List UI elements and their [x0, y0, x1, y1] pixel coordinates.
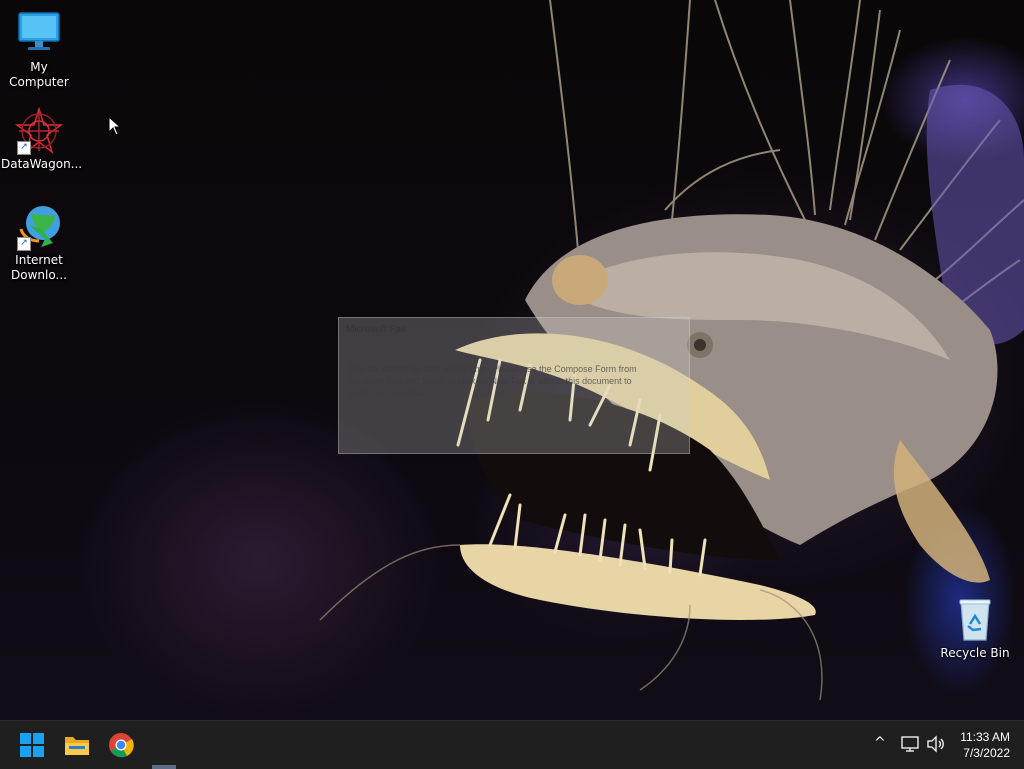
clock-time: 11:33 AM: [960, 730, 1010, 744]
fax-dialog-title: Microsoft Fax: [346, 324, 407, 335]
taskbar-running-indicator: [152, 765, 176, 769]
windows-logo-icon: [20, 733, 44, 757]
show-hidden-icons-button[interactable]: ^: [874, 735, 890, 753]
start-button[interactable]: [14, 727, 50, 763]
clock-date: 7/3/2022: [963, 746, 1010, 760]
desktop-icon-my-computer[interactable]: My Computer: [1, 10, 77, 90]
shortcut-arrow-icon: ↗: [17, 237, 31, 251]
fax-dialog[interactable]: Microsoft Fax This fax cannot be sent at…: [338, 317, 690, 454]
desktop-icon-internet-download-manager[interactable]: ↗ Internet Downlo...: [1, 203, 77, 283]
desktop-icon-label: DataWagon...: [1, 157, 83, 171]
clock[interactable]: 11:33 AM 7/3/2022: [940, 729, 1010, 761]
fax-dialog-message: This fax cannot be sent at this time. Pl…: [348, 364, 637, 398]
datawagon-star-icon: ↗: [14, 106, 64, 155]
desktop-icon-recycle-bin[interactable]: Recycle Bin: [937, 596, 1013, 661]
chrome-icon: [109, 733, 134, 758]
desktop-icon-label: My Computer: [9, 60, 69, 89]
chevron-up-icon: ^: [874, 735, 886, 751]
monitor-icon: [15, 10, 63, 58]
recycle-bin-icon: [951, 596, 999, 644]
desktop-icon-label: Internet Downlo...: [11, 253, 67, 282]
globe-download-icon: ↗: [15, 203, 63, 251]
desktop-icon-datawagon[interactable]: ↗ DataWagon...: [1, 106, 83, 172]
shortcut-arrow-icon: ↗: [17, 141, 31, 155]
desktop-icon-label: Recycle Bin: [940, 646, 1010, 660]
file-explorer-button[interactable]: [59, 727, 95, 763]
chrome-button[interactable]: [103, 727, 139, 763]
network-icon: [901, 736, 919, 752]
folder-icon: [65, 737, 89, 755]
mouse-cursor-icon: [108, 116, 122, 136]
taskbar: ^ 11:33 AM 7/3/2022: [0, 720, 1024, 769]
network-button[interactable]: [900, 735, 920, 757]
